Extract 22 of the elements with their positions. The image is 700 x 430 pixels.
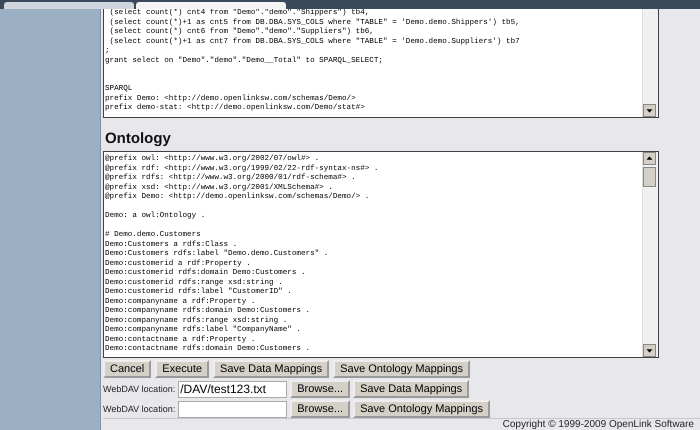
browse-button[interactable]: Browse... — [290, 400, 350, 418]
location-input[interactable]: /DAV/test123.txt — [178, 380, 288, 398]
action-button[interactable]: Cancel — [103, 360, 152, 378]
copyright-text: Copyright © 1999-2009 OpenLink Software — [502, 419, 694, 430]
scroll-down-button[interactable] — [643, 344, 656, 357]
browse-button[interactable]: Browse... — [290, 380, 350, 398]
scroll-up-button[interactable] — [643, 152, 656, 165]
field-label: WebDAV location: — [103, 404, 176, 414]
scrollbar-thumb[interactable] — [643, 167, 656, 187]
field-label: WebDAV location: — [103, 384, 176, 394]
action-button[interactable]: Execute — [155, 360, 209, 378]
section-heading: Ontology — [105, 130, 172, 147]
scrollbar[interactable] — [642, 9, 658, 117]
scroll-down-button[interactable] — [643, 104, 656, 117]
location-input[interactable] — [178, 400, 288, 418]
scrollbar[interactable] — [642, 152, 658, 357]
ontology-text-area[interactable] — [103, 151, 659, 358]
sql-text-area[interactable] — [103, 9, 659, 118]
action-button[interactable]: Save Data Mappings — [213, 360, 330, 378]
save-button[interactable]: Save Ontology Mappings — [353, 400, 490, 418]
save-button[interactable]: Save Data Mappings — [353, 380, 470, 398]
action-button[interactable]: Save Ontology Mappings — [333, 360, 470, 378]
